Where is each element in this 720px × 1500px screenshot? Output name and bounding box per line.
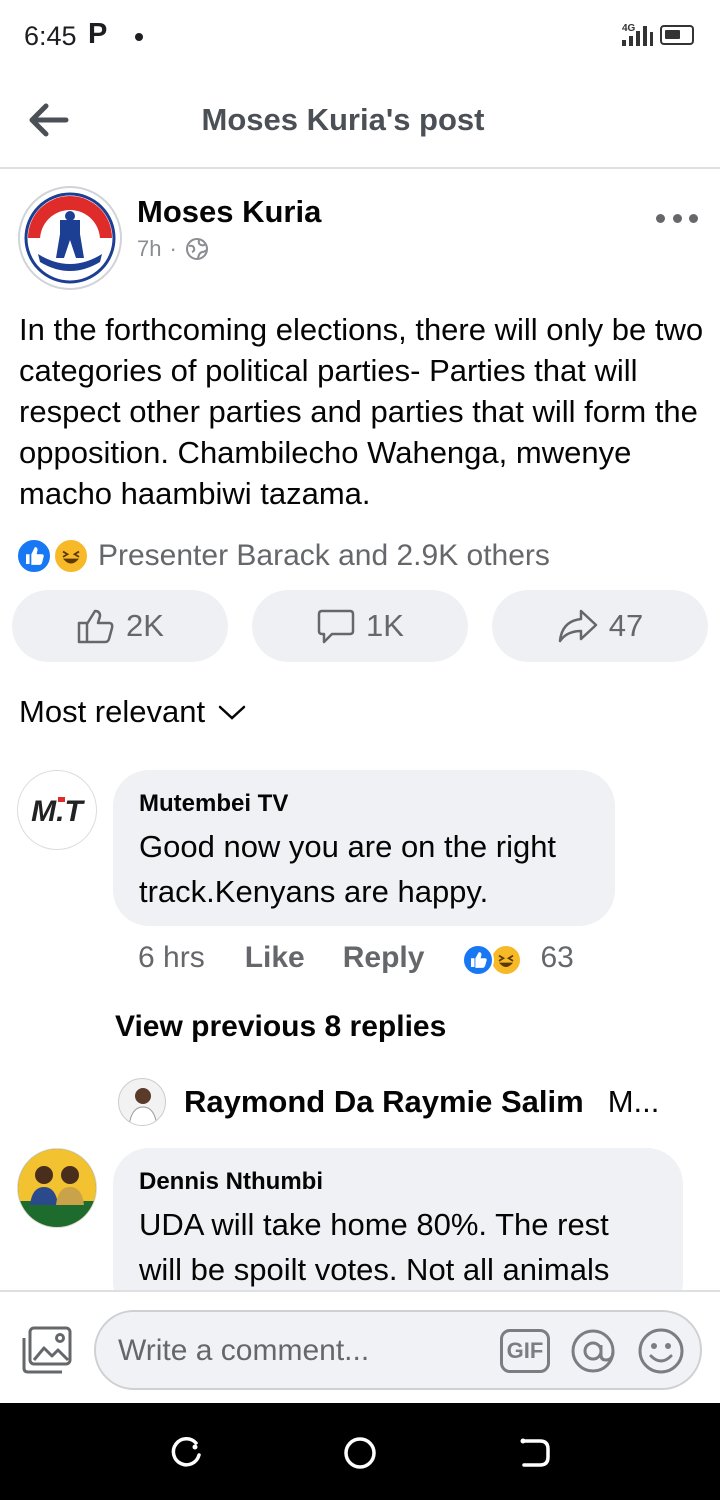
reply-avatar bbox=[118, 1078, 166, 1126]
campaign-poster-icon bbox=[18, 1149, 96, 1227]
like-button[interactable]: 2K bbox=[12, 590, 228, 662]
comment-composer: Write a comment... GIF bbox=[0, 1290, 720, 1403]
haha-reaction-icon bbox=[53, 538, 89, 574]
emoji-icon[interactable] bbox=[636, 1326, 686, 1376]
home-icon[interactable] bbox=[340, 1433, 380, 1473]
network-type-label: 4G bbox=[622, 23, 636, 34]
party-logo-icon bbox=[24, 192, 116, 284]
more-options-icon[interactable] bbox=[656, 206, 698, 230]
comment-sort-dropdown[interactable]: Most relevant bbox=[19, 694, 247, 730]
comment-actions: 6 hrs Like Reply 63 bbox=[138, 940, 574, 976]
comment-reaction-icons[interactable] bbox=[462, 940, 526, 976]
gif-button[interactable]: GIF bbox=[500, 1329, 550, 1373]
like-reaction-icon bbox=[462, 944, 495, 976]
comment-button[interactable]: 1K bbox=[252, 590, 468, 662]
sort-label: Most relevant bbox=[19, 694, 206, 729]
post-header-bar: Moses Kuria's post bbox=[0, 72, 720, 169]
view-previous-replies-link[interactable]: View previous 8 replies bbox=[115, 1010, 446, 1044]
app-notification-icon: P bbox=[88, 18, 108, 50]
meta-separator: · bbox=[169, 236, 177, 261]
globe-icon bbox=[185, 238, 208, 260]
reaction-icons bbox=[16, 537, 92, 575]
page-title: Moses Kuria's post bbox=[201, 102, 485, 137]
comment-reply-button[interactable]: Reply bbox=[343, 941, 425, 975]
status-time: 6:45 bbox=[24, 21, 77, 51]
author-avatar[interactable] bbox=[18, 186, 122, 290]
reactions-text: Presenter Barack and 2.9K others bbox=[98, 539, 550, 572]
haha-reaction-icon bbox=[490, 944, 523, 976]
post-time[interactable]: 7h bbox=[137, 236, 161, 262]
chevron-down-icon bbox=[218, 705, 246, 720]
commenter-avatar[interactable] bbox=[17, 1148, 97, 1228]
status-bar: 6:45 P 4G bbox=[0, 0, 720, 72]
share-count: 47 bbox=[608, 608, 644, 643]
reactions-summary[interactable]: Presenter Barack and 2.9K others bbox=[16, 536, 550, 576]
photo-icon[interactable] bbox=[20, 1324, 74, 1376]
reply-author-name: Raymond Da Raymie Salim bbox=[184, 1084, 584, 1119]
comment-text: Good now you are on the right track.Keny… bbox=[139, 829, 557, 909]
commenter-name[interactable]: Mutembei TV bbox=[139, 790, 589, 818]
system-nav-bar bbox=[0, 1403, 720, 1500]
battery-icon bbox=[660, 25, 694, 45]
thumbs-up-icon bbox=[77, 609, 114, 644]
comment-input[interactable]: Write a comment... GIF bbox=[94, 1310, 702, 1390]
reply-snippet: M... bbox=[607, 1084, 660, 1119]
share-icon bbox=[558, 609, 597, 643]
comment-reaction-count: 63 bbox=[540, 941, 574, 974]
like-count: 2K bbox=[126, 608, 164, 643]
comment-text: UDA will take home 80%. The rest will be… bbox=[139, 1207, 610, 1287]
mutembei-tv-logo-icon: M.T bbox=[31, 795, 85, 828]
post-author-name[interactable]: Moses Kuria bbox=[137, 194, 321, 230]
notification-dot-icon bbox=[135, 33, 143, 41]
comment-placeholder: Write a comment... bbox=[118, 1334, 370, 1367]
comment-time: 6 hrs bbox=[138, 941, 205, 974]
signal-icon: 4G bbox=[622, 23, 653, 46]
share-button[interactable]: 47 bbox=[492, 590, 708, 662]
recent-apps-icon[interactable] bbox=[166, 1433, 206, 1473]
back-nav-icon[interactable] bbox=[514, 1433, 554, 1473]
comment-count: 1K bbox=[366, 608, 404, 643]
post-text: In the forthcoming elections, there will… bbox=[19, 312, 704, 511]
comment-bubble[interactable]: Mutembei TV Good now you are on the righ… bbox=[113, 770, 615, 926]
latest-reply-preview[interactable]: Raymond Da Raymie Salim M... bbox=[118, 1077, 678, 1127]
comment-icon bbox=[317, 609, 355, 644]
like-reaction-icon bbox=[16, 538, 52, 574]
comment-like-button[interactable]: Like bbox=[245, 941, 305, 975]
mention-icon[interactable] bbox=[568, 1326, 618, 1376]
post-meta: 7h · bbox=[137, 236, 209, 262]
commenter-name[interactable]: Dennis Nthumbi bbox=[139, 1168, 657, 1196]
commenter-avatar[interactable]: M.T bbox=[17, 770, 97, 850]
